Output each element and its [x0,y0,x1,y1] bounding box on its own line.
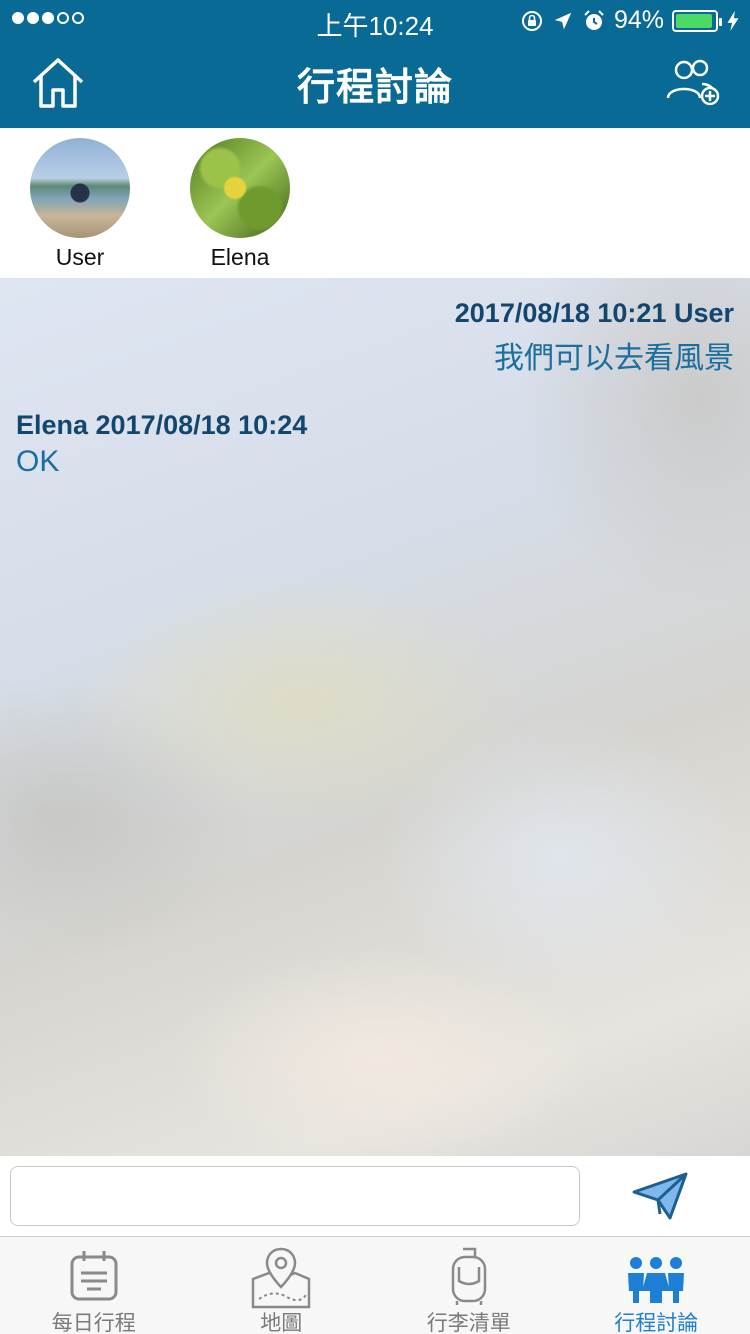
battery-icon [672,9,722,32]
chat-message: 2017/08/18 10:21 User 我們可以去看風景 [16,298,734,377]
member-list: User Elena [0,128,750,278]
composer [0,1156,750,1236]
tab-label: 每日行程 [51,1312,136,1334]
tab-label: 地圖 [260,1312,303,1334]
alarm-icon [584,9,604,30]
member-name: Elena [210,244,270,270]
chat-area[interactable]: 2017/08/18 10:21 User 我們可以去看風景 Elena 201… [0,278,750,1156]
status-bar: 上午10:24 94% [0,0,750,41]
tab-discussion[interactable]: 行程討論 [563,1237,750,1334]
member-elena[interactable]: Elena [180,138,300,271]
member-user[interactable]: User [20,138,140,271]
luggage-icon [451,1247,486,1305]
add-user-icon[interactable] [666,58,722,106]
send-icon[interactable] [630,1170,690,1222]
app-header: 上午10:24 94% 行程討論 [0,0,750,128]
avatar [30,138,130,238]
avatar [190,138,290,238]
tab-daily-schedule[interactable]: 每日行程 [0,1237,188,1334]
battery-percent: 94% [613,6,664,34]
calendar-icon [70,1251,118,1301]
message-text: OK [16,445,60,478]
status-right: 94% [520,6,740,35]
tab-map[interactable]: 地圖 [188,1237,376,1334]
tab-bar: 每日行程 地圖 行李清單 行程討論 [0,1236,750,1334]
message-text: 我們可以去看風景 [494,342,734,375]
tab-label: 行程討論 [614,1312,699,1334]
member-name: User [55,244,105,270]
tab-packing-list[interactable]: 行李清單 [375,1237,563,1334]
group-icon [628,1257,685,1303]
rotation-lock-icon [521,10,542,31]
message-meta: 2017/08/18 10:21 User [454,298,734,328]
page-title: 行程討論 [296,67,453,109]
message-meta: Elena 2017/08/18 10:24 [16,410,308,440]
location-icon [554,12,572,29]
chat-message: Elena 2017/08/18 10:24 OK [16,410,734,479]
map-icon [252,1247,311,1309]
charging-bolt-icon [727,10,739,31]
message-input[interactable] [10,1166,580,1226]
tab-label: 行李清單 [426,1312,511,1334]
